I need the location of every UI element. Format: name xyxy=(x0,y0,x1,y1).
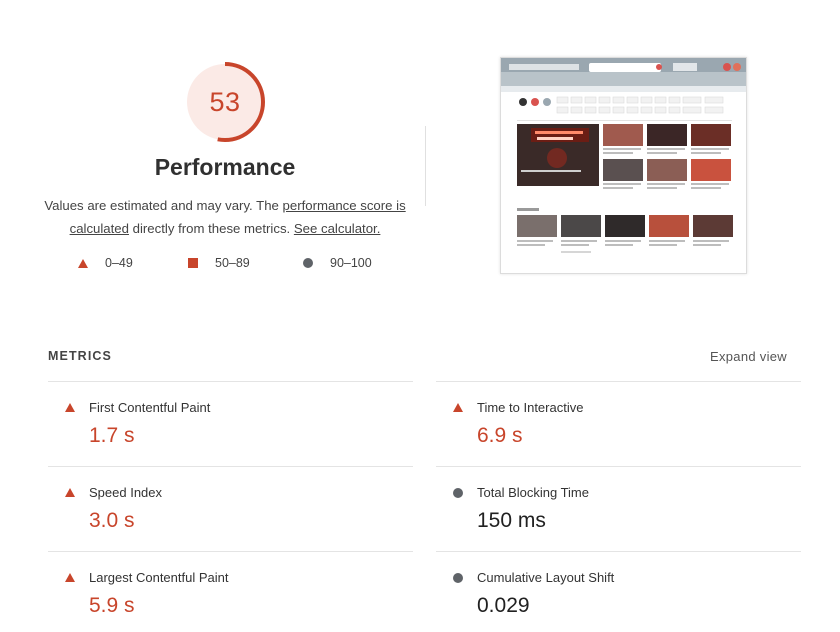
metric-label: Largest Contentful Paint xyxy=(89,570,229,585)
final-screenshot[interactable] xyxy=(500,57,747,274)
divider xyxy=(425,126,426,206)
metric-speed-index: Speed Index 3.0 s xyxy=(48,466,413,551)
performance-gauge: 53 xyxy=(183,60,267,144)
metric-value: 0.029 xyxy=(477,594,530,617)
description-text: Values are estimated and may vary. The xyxy=(44,198,283,213)
category-title: Performance xyxy=(154,154,296,180)
metric-label: First Contentful Paint xyxy=(89,400,211,415)
metric-value: 1.7 s xyxy=(89,424,135,447)
expand-view-toggle[interactable]: Expand view xyxy=(710,349,787,364)
metric-value: 150 ms xyxy=(477,509,546,532)
metric-time-to-interactive: Time to Interactive 6.9 s xyxy=(436,381,801,466)
fail-triangle-icon xyxy=(65,403,75,412)
screenshot-image xyxy=(501,58,746,253)
metric-value: 5.9 s xyxy=(89,594,135,617)
fail-triangle-icon xyxy=(453,403,463,412)
metrics-column-left: First Contentful Paint 1.7 s Speed Index… xyxy=(48,381,413,632)
metric-value: 3.0 s xyxy=(89,509,135,532)
lighthouse-report: 53 Performance Values are estimated and … xyxy=(0,0,840,632)
metric-total-blocking-time: Total Blocking Time 150 ms xyxy=(436,466,801,551)
legend-average: 50–89 xyxy=(188,256,250,270)
square-icon xyxy=(188,258,198,268)
legend-pass: 90–100 xyxy=(303,256,372,270)
metric-first-contentful-paint: First Contentful Paint 1.7 s xyxy=(48,381,413,466)
metric-label: Speed Index xyxy=(89,485,163,500)
pass-circle-icon xyxy=(453,488,463,498)
see-calculator-link[interactable]: See calculator. xyxy=(294,221,381,236)
description-text-middle: directly from these metrics. xyxy=(128,221,294,236)
triangle-icon xyxy=(78,258,88,268)
metric-label: Total Blocking Time xyxy=(477,485,589,500)
pass-circle-icon xyxy=(453,573,463,583)
score-description: Values are estimated and may vary. The p… xyxy=(40,194,410,240)
score-value: 53 xyxy=(209,86,241,117)
metrics-header: METRICS xyxy=(48,349,112,363)
metrics-column-right: Time to Interactive 6.9 s Total Blocking… xyxy=(436,381,801,632)
legend-label: 0–49 xyxy=(105,256,133,270)
metric-cumulative-layout-shift: Cumulative Layout Shift 0.029 xyxy=(436,551,801,632)
metric-label: Cumulative Layout Shift xyxy=(477,570,615,585)
metric-label: Time to Interactive xyxy=(477,400,584,415)
legend-label: 90–100 xyxy=(330,256,372,270)
legend-fail: 0–49 xyxy=(78,256,133,270)
legend-label: 50–89 xyxy=(215,256,250,270)
metric-value: 6.9 s xyxy=(477,424,523,447)
fail-triangle-icon xyxy=(65,573,75,582)
circle-icon xyxy=(303,258,313,268)
fail-triangle-icon xyxy=(65,488,75,497)
metric-largest-contentful-paint: Largest Contentful Paint 5.9 s xyxy=(48,551,413,632)
